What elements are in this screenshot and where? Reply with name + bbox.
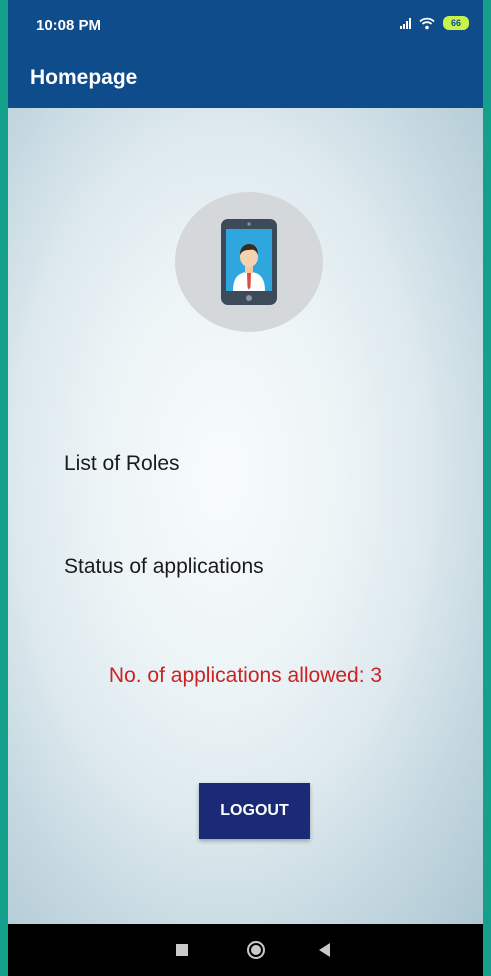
app-bar: Homepage [8,52,483,108]
home-icon[interactable] [247,941,265,959]
logout-button[interactable]: LOGOUT [199,783,310,839]
recent-apps-icon[interactable] [176,944,188,956]
battery-icon: 66 [443,16,469,30]
main-content: List of Roles Status of applications No.… [8,108,483,924]
avatar [175,192,323,332]
status-of-applications-link[interactable]: Status of applications [64,555,264,579]
signal-icon [400,17,411,29]
navigation-bar [8,924,483,976]
phone-screen: 10:08 PM 66 Homepage List of Roles Statu… [8,0,483,976]
status-time: 10:08 PM [36,17,102,34]
back-icon[interactable] [319,943,330,957]
mobile-user-icon [221,219,277,305]
applications-allowed-text: No. of applications allowed: 3 [108,664,383,687]
status-bar: 10:08 PM 66 [8,0,483,52]
list-of-roles-link[interactable]: List of Roles [64,452,180,476]
status-icons: 66 [400,16,469,30]
wifi-icon [419,17,435,29]
page-title: Homepage [30,66,138,89]
